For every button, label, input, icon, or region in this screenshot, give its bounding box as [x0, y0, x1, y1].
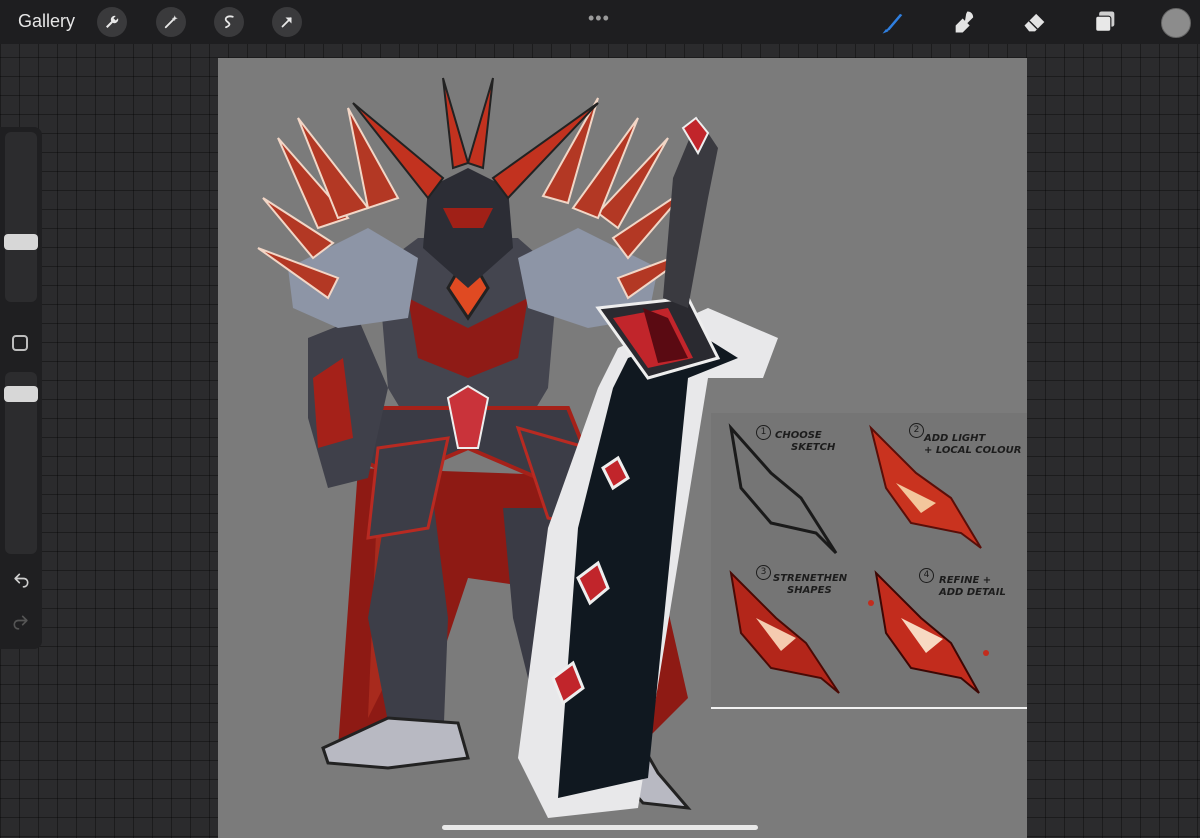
top-toolbar: Gallery ••• — [0, 0, 1200, 44]
step-1-number: 1 — [756, 425, 771, 440]
drawing-canvas[interactable]: 1 CHOOSE SKETCH 2 ADD LIGHT + LOCAL COLO… — [218, 58, 1027, 838]
steps-divider-line — [711, 707, 1027, 709]
magic-wand-icon[interactable] — [156, 7, 186, 37]
eraser-icon[interactable] — [1020, 7, 1050, 37]
step-2-label: ADD LIGHT + LOCAL COLOUR — [924, 433, 1022, 456]
smudge-icon[interactable] — [950, 7, 980, 37]
steps-panel: 1 CHOOSE SKETCH 2 ADD LIGHT + LOCAL COLO… — [711, 413, 1027, 708]
left-sidebar — [0, 127, 42, 649]
wrench-icon[interactable] — [97, 7, 127, 37]
step-2-number: 2 — [909, 423, 924, 438]
color-picker-button[interactable] — [1161, 8, 1191, 38]
home-indicator[interactable] — [442, 825, 758, 830]
undo-icon[interactable] — [11, 571, 31, 591]
gallery-button[interactable]: Gallery — [18, 11, 75, 32]
redo-icon[interactable] — [11, 613, 31, 633]
brush-size-slider-thumb[interactable] — [4, 234, 38, 250]
step-4-label: REFINE + ADD DETAIL — [939, 575, 1006, 598]
layers-icon[interactable] — [1090, 7, 1120, 37]
step-1-label: CHOOSE SKETCH — [775, 430, 836, 453]
modify-button[interactable] — [12, 335, 28, 351]
brush-size-slider[interactable] — [5, 132, 37, 302]
selection-icon[interactable] — [214, 7, 244, 37]
opacity-slider-thumb[interactable] — [4, 386, 38, 402]
step-3-number: 3 — [756, 565, 771, 580]
step-4-number: 4 — [919, 568, 934, 583]
step-3-label: STRENETHEN SHAPES — [773, 573, 848, 596]
brush-icon[interactable] — [878, 7, 908, 37]
more-options-icon[interactable]: ••• — [588, 8, 610, 29]
transform-arrow-icon[interactable] — [272, 7, 302, 37]
crystal-steps-illustration — [728, 423, 989, 694]
